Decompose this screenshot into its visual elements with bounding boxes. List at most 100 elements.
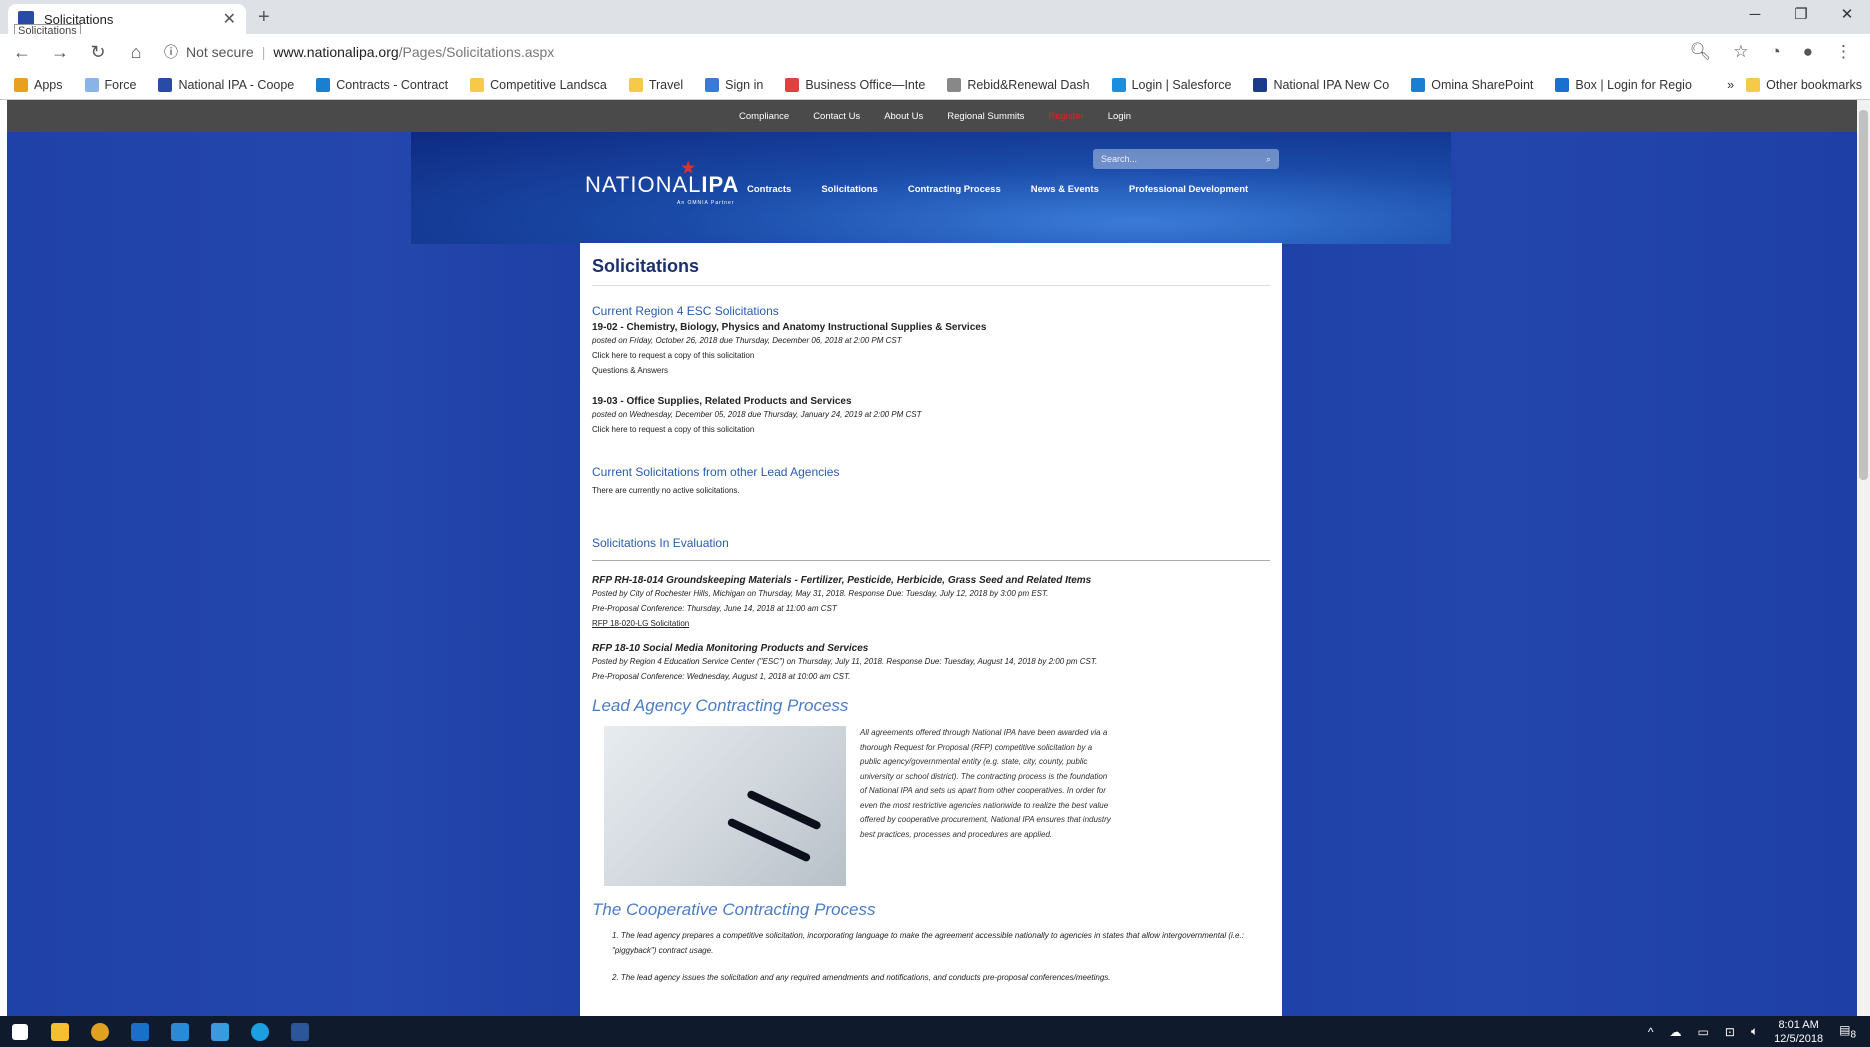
bookmark-item[interactable]: Force bbox=[84, 77, 136, 92]
skype-icon[interactable] bbox=[240, 1016, 280, 1047]
new-tab-button[interactable]: + bbox=[258, 6, 270, 29]
bookmarks-more-icon[interactable]: » bbox=[1727, 78, 1734, 92]
utility-nav-item[interactable]: Compliance bbox=[739, 111, 789, 122]
word-icon[interactable] bbox=[280, 1016, 320, 1047]
section-evaluation: Solicitations In Evaluation bbox=[592, 536, 729, 550]
search-icon[interactable]: ⌕ bbox=[1266, 154, 1271, 165]
bookmark-icon bbox=[628, 77, 643, 92]
utility-nav: Compliance Contact Us About Us Regional Sum… bbox=[7, 100, 1863, 132]
main-nav-item[interactable]: News & Events bbox=[1031, 184, 1099, 195]
main-nav-item[interactable]: Contracts bbox=[747, 184, 791, 195]
outlook-icon[interactable] bbox=[120, 1016, 160, 1047]
utility-nav-item[interactable]: Regional Summits bbox=[947, 111, 1024, 122]
network-icon[interactable]: ⊡ bbox=[1725, 1025, 1735, 1039]
scroll-thumb[interactable] bbox=[1859, 110, 1868, 480]
main-nav-item[interactable]: Solicitations bbox=[821, 184, 877, 195]
minimize-icon[interactable]: ─ bbox=[1732, 0, 1778, 30]
bookmark-item[interactable]: Competitive Landsca bbox=[470, 77, 607, 92]
bookmark-item[interactable]: Apps bbox=[14, 77, 63, 92]
close-tab-icon[interactable]: ✕ bbox=[223, 9, 236, 29]
folder-icon bbox=[1746, 78, 1761, 92]
search-placeholder: Search... bbox=[1101, 154, 1138, 164]
evaluation-title: RFP RH-18-014 Groundskeeping Materials -… bbox=[592, 575, 1092, 586]
request-copy-link[interactable]: Click here to request a copy of this sol… bbox=[592, 348, 1270, 363]
step-item: 2. The lead agency issues the solicitati… bbox=[612, 973, 1111, 982]
volume-icon[interactable]: 🔈︎ bbox=[1751, 1024, 1758, 1039]
bookmark-icon bbox=[1555, 77, 1570, 92]
bookmark-item[interactable]: Box | Login for Regio bbox=[1555, 77, 1692, 92]
onedrive-icon[interactable]: ☁ bbox=[1670, 1025, 1682, 1039]
bookmark-star-icon[interactable]: ☆ bbox=[1733, 42, 1748, 62]
bookmark-item[interactable]: Sign in bbox=[705, 77, 763, 92]
date: 12/5/2018 bbox=[1774, 1032, 1824, 1045]
chevron-up-icon[interactable]: ^ bbox=[1648, 1025, 1654, 1039]
utility-nav-item[interactable]: Register bbox=[1048, 111, 1083, 122]
zoom-icon[interactable]: 🔍︎ bbox=[1690, 42, 1712, 62]
utility-nav-item[interactable]: Login bbox=[1108, 111, 1131, 122]
page-title: Solicitations bbox=[592, 256, 1270, 286]
bookmark-icon bbox=[316, 77, 331, 92]
lead-agency-heading: Lead Agency Contracting Process bbox=[592, 696, 849, 715]
cooperative-heading: The Cooperative Contracting Process bbox=[592, 900, 876, 919]
bookmark-item[interactable]: Travel bbox=[628, 77, 683, 92]
evaluation-posted: Posted by Region 4 Education Service Cen… bbox=[592, 657, 1098, 666]
bookmark-item[interactable]: National IPA New Co bbox=[1253, 77, 1389, 92]
page-scrollbar[interactable] bbox=[1857, 100, 1870, 1016]
bookmark-icon bbox=[1253, 77, 1268, 92]
extension-icon[interactable]: ◔ bbox=[1770, 42, 1780, 62]
menu-icon[interactable]: ⋮ bbox=[1835, 42, 1852, 62]
reload-icon[interactable]: ↻ bbox=[88, 42, 108, 63]
site-search-input[interactable]: Search... ⌕ bbox=[1093, 149, 1279, 169]
hero-banner: NATIONALIPA ★ An OMNIA Partner Contracts… bbox=[411, 132, 1451, 244]
nationalipa-logo[interactable]: NATIONALIPA ★ An OMNIA Partner bbox=[585, 160, 740, 206]
app-icon[interactable] bbox=[200, 1016, 240, 1047]
main-nav-item[interactable]: Contracting Process bbox=[908, 184, 1001, 195]
bookmark-item[interactable]: Contracts - Contract bbox=[316, 77, 448, 92]
solicitation-title: 19-02 - Chemistry, Biology, Physics and … bbox=[592, 322, 987, 333]
restore-icon[interactable]: ❐ bbox=[1778, 0, 1824, 30]
utility-nav-item[interactable]: Contact Us bbox=[813, 111, 860, 122]
bookmark-item[interactable]: Omina SharePoint bbox=[1411, 77, 1533, 92]
info-icon[interactable]: ⓘ bbox=[164, 42, 178, 62]
main-nav-item[interactable]: Professional Development bbox=[1129, 184, 1248, 195]
qa-link[interactable]: Questions & Answers bbox=[592, 363, 1270, 378]
evaluation-conference: Pre-Proposal Conference: Wednesday, Augu… bbox=[592, 672, 851, 681]
notification-count: 8 bbox=[1850, 1029, 1856, 1041]
bookmark-item[interactable]: Rebid&Renewal Dash bbox=[947, 77, 1090, 92]
request-copy-link[interactable]: Click here to request a copy of this sol… bbox=[592, 422, 1270, 437]
bookmark-item[interactable]: Login | Salesforce bbox=[1111, 77, 1231, 92]
utility-nav-item[interactable]: About Us bbox=[884, 111, 923, 122]
logo-text-ipa: IPA bbox=[701, 172, 740, 197]
bookmark-icon bbox=[14, 77, 28, 92]
bookmark-item[interactable]: Business Office—Inte bbox=[785, 77, 925, 92]
evaluation-solicitation-link[interactable]: RFP 18-020-LG Solicitation bbox=[592, 616, 1270, 631]
back-icon[interactable]: ← bbox=[12, 42, 32, 63]
bookmark-icon bbox=[158, 77, 173, 92]
home-icon[interactable]: ⌂ bbox=[126, 42, 146, 63]
section-region4: Current Region 4 ESC Solicitations bbox=[592, 304, 779, 318]
cooperative-steps: 1. The lead agency prepares a competitiv… bbox=[612, 928, 1270, 985]
system-tray: ^ ☁ ▭ ⊡ 🔈︎ 8:01 AM 12/5/2018 ▤8 bbox=[1648, 1016, 1870, 1047]
app-icon[interactable] bbox=[160, 1016, 200, 1047]
other-bookmarks[interactable]: Other bookmarks bbox=[1746, 78, 1862, 92]
notifications-icon[interactable]: ▤8 bbox=[1839, 1023, 1856, 1040]
document-pen-image bbox=[604, 726, 846, 886]
profile-icon[interactable]: ● bbox=[1803, 42, 1813, 62]
clock[interactable]: 8:01 AM 12/5/2018 bbox=[1774, 1018, 1823, 1046]
bookmark-item[interactable]: National IPA - Coope bbox=[158, 77, 294, 92]
url-domain: www.nationalipa.org bbox=[273, 44, 399, 60]
windows-taskbar: ^ ☁ ▭ ⊡ 🔈︎ 8:01 AM 12/5/2018 ▤8 bbox=[0, 1016, 1870, 1047]
file-explorer-icon[interactable] bbox=[40, 1016, 80, 1047]
chrome-icon[interactable] bbox=[80, 1016, 120, 1047]
evaluation-posted: Posted by City of Rochester Hills, Michi… bbox=[592, 589, 1049, 598]
content-panel: Solicitations Current Region 4 ESC Solic… bbox=[580, 243, 1282, 1016]
bookmark-icon bbox=[1411, 77, 1426, 92]
windows-start-icon[interactable] bbox=[0, 1016, 40, 1047]
bookmark-icon bbox=[785, 77, 800, 92]
window-close-icon[interactable]: ✕ bbox=[1824, 0, 1870, 30]
forward-icon[interactable]: → bbox=[50, 42, 70, 63]
browser-toolbar: ← → ↻ ⌂ ⓘ Not secure | www.nationalipa.o… bbox=[0, 34, 1870, 70]
battery-icon[interactable]: ▭ bbox=[1698, 1025, 1709, 1039]
no-solicitations-text: There are currently no active solicitati… bbox=[592, 486, 740, 495]
address-bar[interactable]: ⓘ Not secure | www.nationalipa.org/Pages… bbox=[164, 38, 1672, 66]
